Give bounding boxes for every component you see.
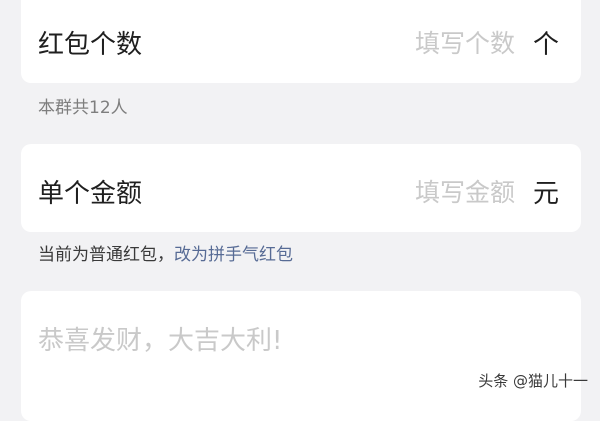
packet-type-text: 当前为普通红包， — [38, 245, 174, 265]
packet-count-unit: 个 — [532, 30, 559, 60]
packet-count-input[interactable]: 填写个数 — [415, 24, 515, 60]
greeting-input[interactable]: 恭喜发财，大吉大利! — [38, 320, 282, 357]
packet-count-row[interactable]: 红包个数 填写个数 个 — [21, 0, 581, 83]
greeting-input-card[interactable]: 恭喜发财，大吉大利! — [21, 291, 581, 421]
single-amount-input[interactable]: 填写金额 — [415, 173, 515, 209]
single-amount-label: 单个金额 — [38, 179, 143, 209]
packet-count-label: 红包个数 — [38, 30, 143, 60]
single-amount-row[interactable]: 单个金额 填写金额 元 — [21, 144, 581, 232]
watermark: 头条 @猫儿十一 — [478, 372, 588, 390]
packet-type-info: 当前为普通红包，改为拼手气红包 — [38, 240, 293, 265]
switch-to-lucky-packet-link[interactable]: 改为拼手气红包 — [174, 245, 293, 265]
single-amount-unit: 元 — [532, 179, 559, 209]
group-member-count-text: 本群共12人 — [38, 98, 128, 118]
